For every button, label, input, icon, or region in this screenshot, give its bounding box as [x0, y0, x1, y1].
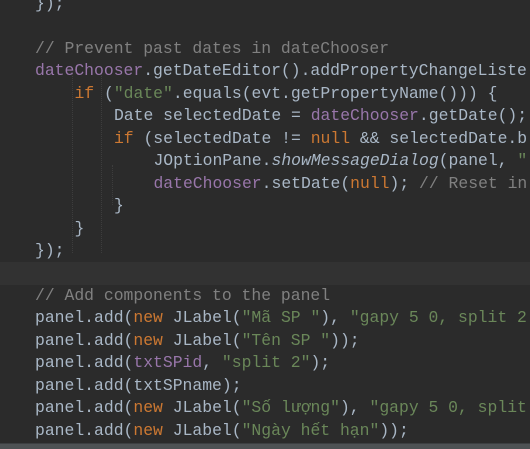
- code-token: JLabel(: [172, 420, 242, 440]
- code-token: new: [133, 308, 173, 328]
- code-line[interactable]: });: [0, 0, 530, 15]
- code-token: panel.add(: [35, 308, 134, 328]
- code-token: && selectedDate.b: [350, 128, 528, 148]
- code-line[interactable]: dateChooser.getDateEditor().addPropertyC…: [0, 60, 530, 83]
- code-token: );: [310, 353, 331, 373]
- code-token: (panel,: [438, 151, 518, 171]
- code-line[interactable]: }: [0, 195, 530, 218]
- code-token: panel.add(: [35, 420, 134, 440]
- code-line[interactable]: [0, 15, 530, 38]
- code-token: ),: [320, 308, 350, 328]
- code-token: }: [113, 196, 124, 216]
- code-token: .equals(evt.getPropertyName())) {: [172, 83, 498, 103]
- code-token: panel.add(: [35, 330, 134, 350]
- code-token: showMessageDialog: [271, 151, 439, 171]
- code-line[interactable]: }: [0, 218, 530, 241]
- code-editor[interactable]: });// Prevent past dates in dateChooser d…: [0, 0, 530, 443]
- code-token: (: [103, 83, 114, 103]
- code-token: new: [133, 330, 173, 350]
- code-token: "Ngày hết hạn": [241, 420, 380, 440]
- code-line[interactable]: panel.add(new JLabel("Tên SP "));: [0, 330, 530, 353]
- code-token: .setDate(: [261, 173, 351, 193]
- scrollbar-thumb[interactable]: [0, 444, 530, 449]
- code-line[interactable]: JOptionPane.showMessageDialog(panel, ": [0, 150, 530, 173]
- code-token: ));: [330, 330, 360, 350]
- code-line[interactable]: if ("date".equals(evt.getPropertyName())…: [0, 83, 530, 106]
- code-token: new: [133, 420, 173, 440]
- code-token: .getDateEditor().addPropertyChangeListe: [143, 61, 527, 81]
- horizontal-scrollbar[interactable]: [0, 443, 530, 449]
- code-token: });: [35, 0, 65, 13]
- code-line[interactable]: });: [0, 240, 530, 263]
- code-token: "gapy 5 0, split: [369, 398, 527, 418]
- code-token: txtSPid: [133, 353, 203, 373]
- code-token: panel.add(txtSPname);: [35, 375, 242, 395]
- code-token: null: [310, 128, 351, 148]
- code-token: new: [133, 398, 173, 418]
- code-token: ": [517, 151, 528, 171]
- code-token: });: [35, 240, 65, 260]
- code-token: Date selectedDate =: [113, 106, 311, 126]
- code-token: JLabel(: [172, 398, 242, 418]
- code-token: null: [350, 173, 390, 193]
- code-token: dateChooser: [153, 173, 262, 193]
- code-token: ),: [339, 398, 370, 418]
- code-token: "Số lượng": [241, 398, 340, 418]
- code-line[interactable]: // Add components to the panel: [0, 285, 530, 308]
- code-token: );: [389, 173, 420, 193]
- code-token: .getDate();: [418, 106, 528, 126]
- code-line[interactable]: panel.add(txtSPid, "split 2");: [0, 352, 530, 375]
- code-line[interactable]: panel.add(new JLabel("Ngày hết hạn"));: [0, 420, 530, 443]
- code-token: ,: [202, 353, 222, 373]
- code-token: dateChooser: [35, 61, 144, 81]
- code-line[interactable]: dateChooser.setDate(null); // Reset in: [0, 173, 530, 196]
- code-line[interactable]: if (selectedDate != null && selectedDate…: [0, 128, 530, 151]
- code-token: JLabel(: [172, 308, 242, 328]
- code-token: dateChooser: [310, 106, 419, 126]
- code-token: "Tên SP ": [241, 330, 331, 350]
- code-line[interactable]: panel.add(new JLabel("Mã SP "), "gapy 5 …: [0, 307, 530, 330]
- code-token: if: [74, 83, 104, 103]
- code-token: // Prevent past dates in dateChooser: [35, 38, 390, 58]
- code-token: JLabel(: [172, 330, 242, 350]
- code-token: panel.add(: [35, 353, 134, 373]
- code-line[interactable]: panel.add(new JLabel("Số lượng"), "gapy …: [0, 397, 530, 420]
- code-token: (selectedDate !=: [143, 128, 311, 148]
- code-token: // Reset in: [419, 173, 528, 193]
- code-token: // Add components to the panel: [35, 285, 331, 305]
- code-line[interactable]: panel.add(txtSPname);: [0, 375, 530, 398]
- code-token: JOptionPane.: [153, 151, 272, 171]
- code-token: "Mã SP ": [241, 308, 321, 328]
- code-token: ));: [379, 420, 409, 440]
- code-token: }: [74, 218, 85, 238]
- code-token: "split 2": [221, 353, 311, 373]
- code-line[interactable]: [0, 262, 530, 285]
- code-token: panel.add(: [35, 398, 134, 418]
- code-line[interactable]: // Prevent past dates in dateChooser: [0, 38, 530, 61]
- code-token: "gapy 5 0, split 2: [349, 308, 527, 328]
- code-line[interactable]: Date selectedDate = dateChooser.getDate(…: [0, 105, 530, 128]
- code-token: "date": [113, 83, 173, 103]
- code-token: if: [113, 128, 144, 148]
